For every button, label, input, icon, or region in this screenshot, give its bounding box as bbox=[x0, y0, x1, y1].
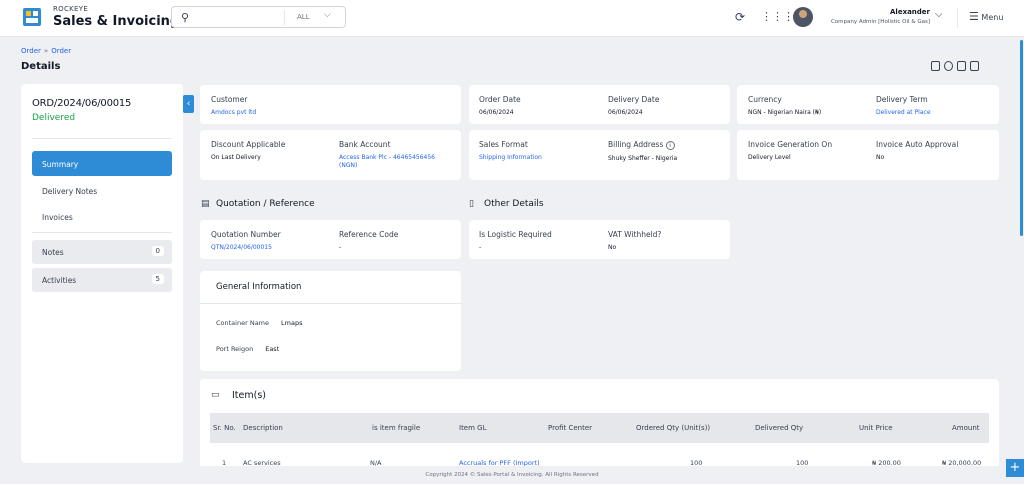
search-icon: ⚲ bbox=[181, 11, 190, 24]
global-search[interactable]: ⚲ ALL ⌵ bbox=[171, 6, 346, 28]
info-icon[interactable]: i bbox=[665, 141, 675, 150]
page-title: Details bbox=[21, 61, 61, 72]
column-header: Item GL bbox=[459, 424, 487, 432]
notes-count-badge: 0 bbox=[151, 246, 164, 256]
sales-format-card: Sales Format Shipping Information Billin… bbox=[469, 130, 730, 180]
user-menu-chevron-icon[interactable]: ⌵ bbox=[935, 9, 943, 20]
activities-label: Activities bbox=[42, 276, 77, 285]
delivery-date-field: Delivery Date 06/06/2024 bbox=[608, 95, 660, 116]
refresh-icon[interactable]: ⟳ bbox=[735, 10, 745, 24]
delivery-term-field: Delivery Term Delivered at Place bbox=[876, 95, 931, 116]
vat-withheld-field: VAT Withheld? No bbox=[608, 230, 662, 251]
items-table-header: Sr. No. Description is item fragile Item… bbox=[210, 413, 989, 443]
column-header: Profit Center bbox=[548, 424, 593, 432]
brand-title: Sales & Invoicing bbox=[53, 14, 180, 29]
other-details-section-title: Other Details bbox=[484, 199, 544, 209]
print-icon[interactable] bbox=[931, 61, 940, 71]
sidebar-item-delivery-notes[interactable]: Delivery Notes bbox=[32, 177, 172, 202]
sidebar-item-invoices[interactable]: Invoices bbox=[32, 203, 172, 228]
reference-code-field: Reference Code - bbox=[339, 230, 399, 251]
email-icon[interactable] bbox=[944, 61, 953, 71]
column-header: Delivered Qty bbox=[755, 424, 804, 432]
action-icons bbox=[931, 56, 983, 75]
order-status: Delivered bbox=[32, 113, 76, 123]
column-header: Ordered Qty (Unit(s)) bbox=[636, 424, 711, 432]
billing-card: Discount Applicable On Last Delivery Ban… bbox=[200, 130, 461, 180]
other-details-card: Is Logistic Required - VAT Withheld? No bbox=[469, 220, 730, 259]
currency-field: Currency NGN - Nigerian Naira (₦) bbox=[748, 95, 822, 116]
calendar-icon: ▭ bbox=[211, 390, 220, 400]
port-region-row: Port Reigon East bbox=[216, 345, 280, 353]
sidebar-item-activities[interactable]: Activities 5 bbox=[32, 268, 172, 292]
user-name: Alexander bbox=[890, 8, 930, 16]
sidebar-item-summary[interactable]: Summary bbox=[32, 151, 172, 176]
plus-icon: + bbox=[1009, 460, 1021, 475]
column-header: Description bbox=[243, 424, 283, 432]
breadcrumb-item[interactable]: Order bbox=[21, 47, 41, 55]
pdf-icon[interactable] bbox=[957, 61, 966, 71]
logistic-required-field: Is Logistic Required - bbox=[479, 230, 552, 251]
quotation-number-field: Quotation Number QTN/2024/06/00015 bbox=[211, 230, 281, 251]
column-header: is item fragile bbox=[372, 424, 421, 432]
hamburger-icon: ☰ bbox=[969, 10, 979, 23]
collapse-sidebar-button[interactable]: ‹ bbox=[183, 95, 194, 113]
invoice-auto-approval-field: Invoice Auto Approval No bbox=[876, 140, 959, 161]
notes-label: Notes bbox=[42, 248, 64, 257]
column-header: Unit Price bbox=[859, 424, 893, 432]
quotation-section-title: Quotation / Reference bbox=[216, 199, 315, 209]
items-section-title: Item(s) bbox=[232, 390, 266, 401]
quotation-icon: ▤ bbox=[201, 199, 210, 209]
sales-format-field: Sales Format Shipping Information bbox=[479, 140, 542, 161]
activities-count-badge: 5 bbox=[151, 274, 164, 284]
billing-address-field: Billing Address i Shuky Sheffer - Nigeri… bbox=[608, 140, 678, 162]
brand-subtitle: ROCKEYE bbox=[53, 5, 89, 13]
order-number: ORD/2024/06/00015 bbox=[32, 98, 132, 109]
chevron-left-icon: ‹ bbox=[186, 99, 191, 109]
excel-icon[interactable] bbox=[970, 61, 979, 71]
top-bar: ROCKEYE Sales & Invoicing ⚲ ALL ⌵ ⟳ ⋮⋮⋮ … bbox=[0, 0, 1024, 37]
general-information-title: General Information bbox=[216, 282, 302, 292]
column-header: Amount bbox=[952, 424, 980, 432]
container-name-row: Container Name Lmaps bbox=[216, 319, 303, 327]
order-date-field: Order Date 06/06/2024 bbox=[479, 95, 521, 116]
menu-button[interactable]: ☰ Menu bbox=[969, 10, 1003, 23]
sidebar-item-notes[interactable]: Notes 0 bbox=[32, 240, 172, 264]
customer-card: Customer Amdocs pvt ltd bbox=[200, 85, 461, 124]
footer-copyright: Copyright 2024 © Sales Portal & Invoicin… bbox=[0, 466, 1024, 484]
customer-field: Customer Amdocs pvt ltd bbox=[211, 95, 257, 117]
document-icon: ▯ bbox=[469, 199, 474, 209]
breadcrumb: Order» Order bbox=[21, 47, 72, 55]
discount-field: Discount Applicable On Last Delivery bbox=[211, 140, 286, 161]
add-button[interactable]: + bbox=[1006, 459, 1024, 477]
invoice-settings-card: Invoice Generation On Delivery Level Inv… bbox=[737, 130, 999, 180]
invoice-generation-field: Invoice Generation On Delivery Level bbox=[748, 140, 833, 161]
quotation-card: Quotation Number QTN/2024/06/00015 Refer… bbox=[200, 220, 461, 259]
search-scope-select[interactable]: ALL bbox=[297, 13, 310, 21]
breadcrumb-item[interactable]: Order bbox=[51, 47, 71, 55]
avatar[interactable] bbox=[793, 7, 813, 27]
customer-link[interactable]: Amdocs pvt ltd bbox=[211, 109, 256, 117]
app-logo-icon bbox=[23, 8, 41, 26]
user-role: Company Admin [Holistic Oil & Gas] bbox=[830, 19, 930, 25]
column-header: Sr. No. bbox=[213, 424, 236, 432]
chevron-down-icon[interactable]: ⌵ bbox=[324, 10, 331, 20]
apps-grid-icon[interactable]: ⋮⋮⋮ bbox=[761, 10, 794, 23]
bank-account-field: Bank Account Access Bank Plc - 464654564… bbox=[339, 140, 435, 169]
currency-card: Currency NGN - Nigerian Naira (₦) Delive… bbox=[737, 85, 999, 124]
general-information-card: General Information Container Name Lmaps … bbox=[200, 271, 461, 371]
menu-label: Menu bbox=[981, 13, 1004, 22]
order-sidebar: ORD/2024/06/00015 Delivered Summary Deli… bbox=[21, 84, 183, 463]
scrollbar[interactable] bbox=[1020, 40, 1023, 236]
dates-card: Order Date 06/06/2024 Delivery Date 06/0… bbox=[469, 85, 730, 124]
